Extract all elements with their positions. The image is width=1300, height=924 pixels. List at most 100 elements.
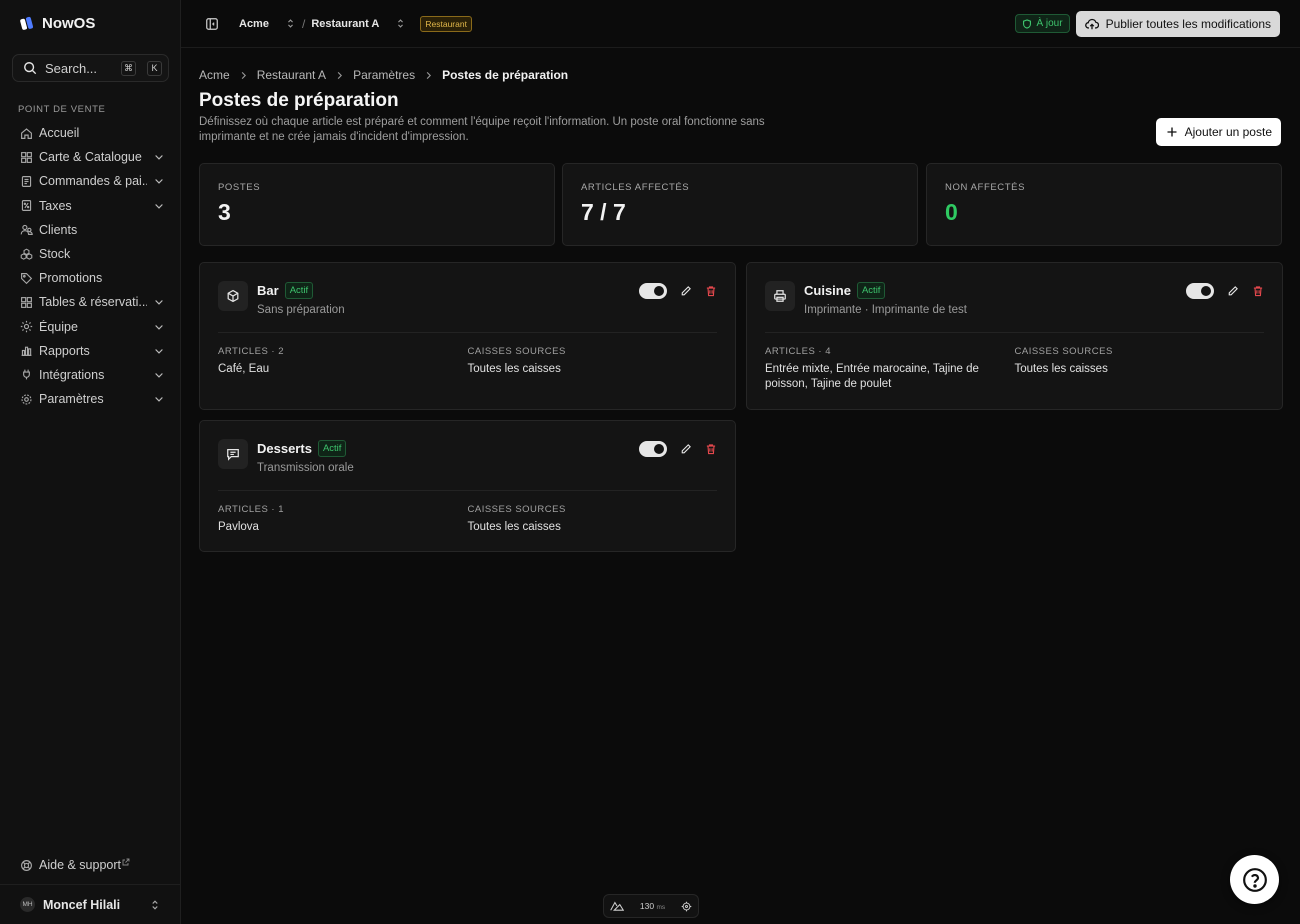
sidebar-item-stock[interactable]: Stock (12, 242, 169, 266)
app-name: NowOS (42, 15, 96, 32)
location-type-badge: Restaurant (420, 15, 472, 32)
user-name: Moncef Hilali (43, 897, 121, 912)
articles-label: ARTICLES · 1 (218, 504, 285, 515)
chevron-down-icon (155, 300, 163, 306)
sidebar-item-label: Intégrations (39, 367, 105, 382)
sources-value: Toutes les caisses (467, 521, 561, 533)
tag-icon (21, 272, 33, 284)
sources-label: CAISSES SOURCES (467, 346, 566, 357)
sidebar-item-label: Commandes & pai... (39, 174, 147, 189)
shield-check-icon (1023, 18, 1032, 29)
breadcrumb-item[interactable]: Acme (199, 68, 230, 82)
search-input[interactable]: Search... ⌘ K (12, 54, 169, 82)
grid-icon (21, 151, 32, 163)
station-mode: Sans préparation (257, 304, 345, 316)
station-active-toggle[interactable] (639, 283, 667, 299)
org-name: Acme (239, 17, 269, 30)
sources-label: CAISSES SOURCES (1014, 346, 1113, 357)
sources-label: CAISSES SOURCES (467, 504, 566, 515)
table-icon (21, 296, 32, 308)
station-name: Cuisine (804, 283, 851, 298)
user-menu[interactable]: MH Moncef Hilali (0, 884, 181, 924)
edit-icon[interactable] (1227, 285, 1239, 297)
chevron-right-icon (426, 71, 432, 79)
status-badge: Actif (856, 282, 886, 299)
articles-list: Entrée mixte, Entrée marocaine, Tajine d… (765, 363, 979, 390)
shortcut-cmd: ⌘ (121, 60, 136, 76)
sources-value: Toutes les caisses (467, 363, 561, 375)
sync-status-badge: À jour (1015, 14, 1070, 33)
chevron-right-icon (241, 71, 246, 79)
sidebar-item-rapports[interactable]: Rapports (12, 339, 169, 363)
nuxt-logo-icon (610, 901, 624, 911)
chevron-down-icon (155, 348, 163, 354)
articles-list: Café, Eau (218, 363, 270, 375)
breadcrumb: Acme Restaurant A Paramètres Postes de p… (199, 68, 568, 82)
sidebar-item-integrations[interactable]: Intégrations (12, 363, 169, 387)
chevron-updown-icon (398, 19, 404, 28)
breadcrumb-item[interactable]: Restaurant A (257, 68, 326, 82)
sidebar-item-label: Promotions (39, 271, 103, 286)
sidebar-toggle-icon[interactable] (205, 17, 219, 31)
edit-icon[interactable] (680, 285, 692, 297)
sidebar-item-tables[interactable]: Tables & réservati... (12, 290, 169, 314)
station-active-toggle[interactable] (639, 441, 667, 457)
message-icon (218, 439, 248, 469)
percent-icon (21, 200, 32, 212)
sidebar-item-commandes[interactable]: Commandes & pai... (12, 169, 169, 193)
sidebar-item-accueil[interactable]: Accueil (12, 121, 169, 145)
cloud-upload-icon (1084, 18, 1099, 29)
stat-label: POSTES (218, 182, 261, 193)
question-circle-icon (1242, 867, 1267, 892)
nowos-logo-icon (20, 16, 34, 32)
org-switcher[interactable]: Acme (239, 18, 296, 30)
stat-non-affectes: NON AFFECTÉS 0 (926, 163, 1282, 246)
stat-value: 3 (218, 199, 231, 225)
publish-all-button[interactable]: Publier toutes les modifications (1075, 10, 1280, 37)
package-icon (218, 281, 248, 311)
station-card-cuisine: Cuisine Actif Imprimante · Imprimante de… (746, 262, 1283, 410)
trash-icon[interactable] (1252, 285, 1264, 297)
sidebar-item-equipe[interactable]: Équipe (12, 315, 169, 339)
sidebar-item-label: Rapports (39, 343, 90, 358)
sidebar-item-label: Accueil (39, 126, 80, 141)
sidebar-item-parametres[interactable]: Paramètres (12, 387, 169, 411)
sidebar-item-clients[interactable]: Clients (12, 218, 169, 242)
stat-articles-affectes: ARTICLES AFFECTÉS 7 / 7 (562, 163, 918, 246)
receipt-icon (21, 176, 32, 187)
stat-value: 7 / 7 (581, 199, 626, 225)
breadcrumb-item[interactable]: Paramètres (353, 68, 415, 82)
trash-icon[interactable] (705, 285, 717, 297)
station-name: Desserts (257, 441, 312, 456)
chevron-down-icon (155, 397, 163, 402)
location-switcher[interactable]: Restaurant A (311, 18, 406, 30)
sidebar-item-promotions[interactable]: Promotions (12, 266, 169, 290)
page-title: Postes de préparation (199, 90, 399, 111)
stat-label: ARTICLES AFFECTÉS (581, 182, 690, 193)
help-support-link[interactable]: Aide & support (20, 858, 130, 872)
chevron-right-icon (337, 71, 343, 79)
printer-icon (765, 281, 795, 311)
brand[interactable]: NowOS (20, 15, 95, 32)
station-active-toggle[interactable] (1186, 283, 1214, 299)
external-link-icon (122, 858, 130, 866)
sidebar-item-label: Équipe (39, 319, 78, 334)
sidebar-item-carte-catalogue[interactable]: Carte & Catalogue (12, 145, 169, 169)
target-icon (681, 901, 692, 911)
sidebar-item-label: Stock (39, 247, 71, 262)
location-name: Restaurant A (311, 17, 380, 30)
team-icon (20, 320, 33, 333)
station-card-bar: Bar Actif Sans préparation ARTICLES · 2 … (199, 262, 736, 410)
trash-icon[interactable] (705, 443, 717, 455)
home-icon (21, 127, 32, 139)
sidebar-item-label: Paramètres (39, 392, 104, 407)
add-station-button[interactable]: Ajouter un poste (1155, 118, 1281, 146)
sidebar-item-label: Taxes (39, 198, 72, 213)
edit-icon[interactable] (680, 443, 692, 455)
station-card-desserts: Desserts Actif Transmission orale ARTICL… (199, 420, 736, 552)
lifebuoy-icon (21, 859, 32, 871)
station-mode: Transmission orale (257, 462, 354, 474)
sidebar-item-taxes[interactable]: Taxes (12, 194, 169, 218)
perf-widget[interactable]: 130 ms (603, 894, 699, 918)
help-button[interactable] (1230, 855, 1279, 904)
